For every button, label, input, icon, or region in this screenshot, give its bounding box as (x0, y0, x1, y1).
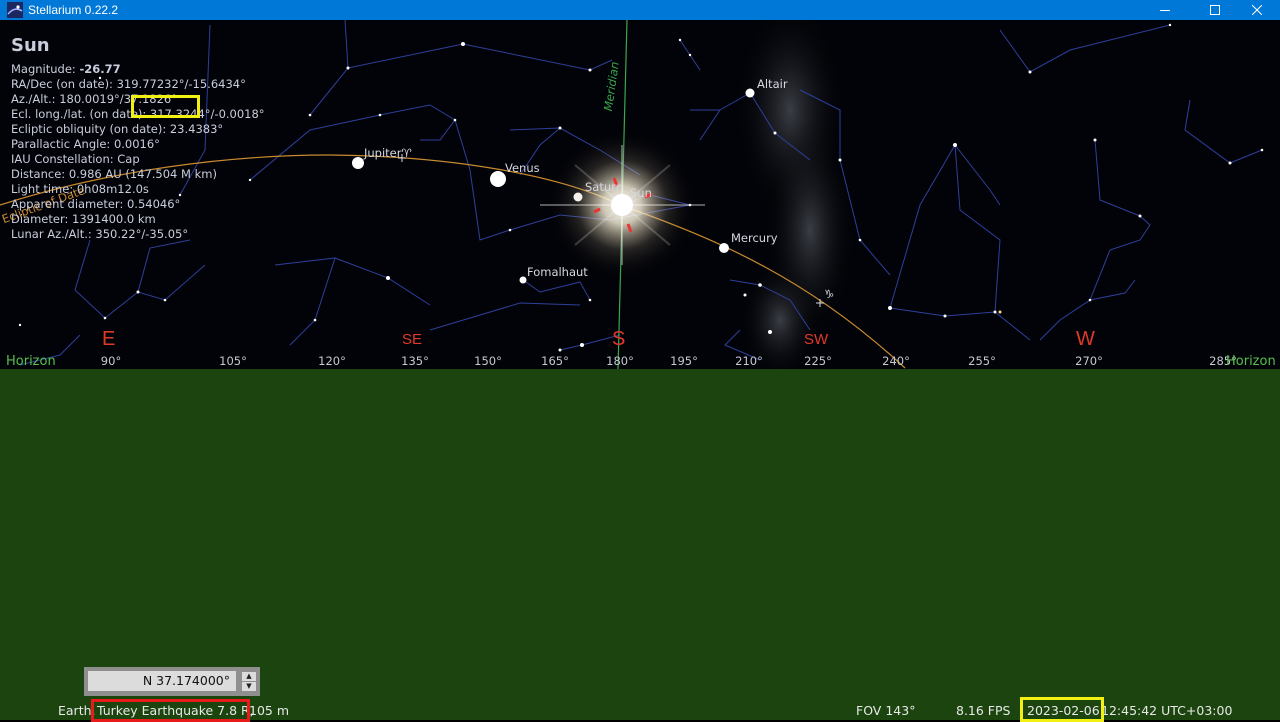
compass-southwest: SW (804, 331, 829, 348)
date-highlight-box (1020, 697, 1104, 722)
object-info-panel: Sun Magnitude: -26.77 RA/Dec (on date): … (11, 34, 265, 242)
azimuth-label: 180° (606, 354, 634, 368)
azimuth-label: 105° (219, 354, 247, 368)
maximize-icon (1210, 5, 1220, 15)
horizon-label-left: Horizon (6, 354, 56, 369)
mercury-planet[interactable] (719, 243, 729, 253)
altitude-highlight-box (131, 95, 200, 118)
info-constellation: IAU Constellation: Cap (11, 152, 140, 166)
saturn-label: Saturn (585, 180, 623, 194)
azimuth-label: 240° (882, 354, 910, 368)
sun-label: Sun (630, 186, 652, 200)
azimuth-label: 150° (474, 354, 502, 368)
azimuth-label: 210° (735, 354, 763, 368)
azimuth-label: 195° (670, 354, 698, 368)
minimize-button[interactable] (1142, 0, 1188, 20)
compass-southeast: SE (402, 331, 423, 348)
minimize-icon (1160, 10, 1170, 11)
fomalhaut-label: Fomalhaut (527, 265, 588, 279)
compass-south: S (612, 328, 626, 350)
milky-way (735, 20, 855, 369)
close-button[interactable] (1234, 0, 1280, 20)
stellarium-app-icon (7, 2, 23, 18)
fomalhaut-star[interactable] (519, 276, 527, 284)
window-title: Stellarium 0.22.2 (28, 3, 119, 17)
maximize-button[interactable] (1192, 0, 1238, 20)
azimuth-label: 165° (541, 354, 569, 368)
sun[interactable] (540, 130, 705, 280)
status-fps: 8.16 FPS (956, 703, 1011, 718)
title-bar: Stellarium 0.22.2 (0, 0, 1280, 20)
azimuth-label: 255° (968, 354, 996, 368)
horizon-label-right: Horizon (1226, 354, 1276, 369)
status-time[interactable]: 12:45:42 UTC+03:00 (1101, 703, 1232, 718)
info-diameter: Diameter: 1391400.0 km (11, 212, 156, 226)
azimuth-label: 270° (1075, 354, 1103, 368)
info-radec: RA/Dec (on date): 319.77232°/-15.6434° (11, 77, 246, 91)
venus-label: Venus (505, 161, 540, 175)
arrow-down-icon: ▼ (246, 682, 252, 690)
latitude-spinbox: N 37.174000° ▲ ▼ (84, 667, 260, 696)
jupiter-planet[interactable] (352, 157, 364, 169)
spin-down-button[interactable]: ▼ (242, 682, 256, 691)
latitude-input[interactable]: N 37.174000° (88, 671, 236, 691)
location-highlight-box (91, 699, 250, 722)
close-icon (1252, 5, 1262, 15)
object-name: Sun (11, 35, 50, 56)
azimuth-label: 225° (804, 354, 832, 368)
info-lunar-azalt: Lunar Az./Alt.: 350.22°/-35.05° (11, 227, 189, 241)
magnitude-label: Magnitude: (11, 62, 76, 76)
arrow-up-icon: ▲ (246, 672, 252, 680)
status-altitude: 105 m (249, 703, 290, 718)
info-distance: Distance: 0.986 AU (147.504 M km) (11, 167, 217, 181)
azimuth-label: 90° (100, 354, 122, 368)
altair-label: Altair (757, 77, 788, 91)
magnitude-value: -26.77 (79, 62, 121, 76)
info-parallactic: Parallactic Angle: 0.0016° (11, 137, 160, 151)
capricorn-symbol: ♑ (824, 287, 835, 301)
jupiter-label: Jupiter♈ (364, 146, 412, 160)
compass-west: W (1076, 328, 1095, 350)
azimuth-label: 135° (401, 354, 429, 368)
venus-planet[interactable] (490, 171, 506, 187)
spin-up-button[interactable]: ▲ (242, 672, 256, 681)
status-planet[interactable]: Earth, (58, 703, 96, 718)
azimuth-label: 120° (318, 354, 346, 368)
azalt-label: Az./Alt.: 180.0019°/ (11, 92, 124, 106)
aries-symbol: ♈ (401, 146, 412, 160)
info-apparent-diameter: Apparent diameter: 0.54046° (11, 197, 181, 211)
info-magnitude: Magnitude: -26.77 (11, 62, 265, 77)
info-light-time: Light time: 0h08m12.0s (11, 182, 149, 196)
info-obliquity: Ecliptic obliquity (on date): 23.4383° (11, 122, 224, 136)
compass-east: E (102, 328, 116, 350)
mercury-label: Mercury (731, 231, 778, 245)
altair-star[interactable] (745, 88, 755, 98)
status-fov: FOV 143° (856, 703, 916, 718)
